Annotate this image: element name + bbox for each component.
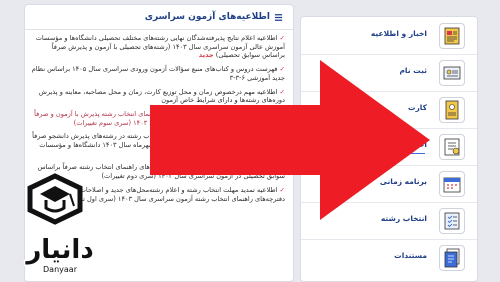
service-item-results[interactable]: اعلام نتایج	[301, 128, 477, 166]
news-icon	[439, 23, 465, 49]
lines-icon	[274, 13, 283, 21]
announcement-link[interactable]: اطلاعیه مهم درخصوص زمان و محل توزیع کارت…	[39, 88, 285, 105]
service-label[interactable]: مستندات	[394, 251, 427, 260]
new-badge: جدید	[198, 51, 214, 60]
page: اطلاعیه‌های آزمون سراسری ✓اطلاعیه اعلام …	[0, 0, 500, 282]
services-panel: اخبار و اطلاعیه ثبت نام کارت اعلام نتایج…	[300, 16, 478, 282]
service-item-documents[interactable]: مستندات	[301, 239, 477, 276]
service-label[interactable]: ثبت نام	[399, 66, 427, 75]
card-icon	[439, 97, 465, 123]
bullet-icon: ✓	[279, 163, 285, 172]
announcement-item[interactable]: ✓اطلاعیه مهم درخصوص زمان و محل توزیع کار…	[31, 88, 285, 105]
service-label[interactable]: اخبار و اطلاعیه	[371, 29, 427, 38]
service-label[interactable]: برنامه زمانی	[380, 177, 427, 186]
announcement-item[interactable]: ✓اطلاعیه اعلام نتایج پذیرفته‌شدگان نهایی…	[31, 34, 285, 60]
bullet-icon: ✓	[279, 87, 285, 96]
service-item-register[interactable]: ثبت نام	[301, 54, 477, 92]
results-icon	[439, 134, 465, 160]
service-item-news[interactable]: اخبار و اطلاعیه	[301, 17, 477, 55]
register-icon	[439, 60, 465, 86]
bullet-icon: ✓	[279, 185, 285, 194]
bullet-icon: ✓	[279, 132, 285, 141]
announcement-item[interactable]: ✓رشته‌محل‌های جدید و اصلاحات دفترچه‌های …	[31, 110, 285, 127]
service-item-schedule[interactable]: برنامه زمانی	[301, 165, 477, 203]
announcement-item[interactable]: ✓فهرست دروس و کتاب‌های منبع سؤالات آزمون…	[31, 65, 285, 82]
announcement-link[interactable]: اطلاعیه تمدید مجدد مهلت زمان ثبت نام و ا…	[32, 132, 285, 157]
calendar-icon	[439, 171, 465, 197]
documents-icon	[439, 245, 465, 271]
service-item-card[interactable]: کارت	[301, 91, 477, 129]
announcement-item[interactable]: ✓اطلاعیه تمدید مجدد مهلت زمان ثبت نام و …	[31, 132, 285, 158]
announcement-link[interactable]: رشته‌محل‌های جدید و اصلاحات دفترچه‌های ر…	[34, 110, 285, 127]
bullet-icon: ✓	[279, 65, 285, 74]
bullet-icon: ✓	[279, 34, 285, 42]
active-indicator	[409, 153, 425, 154]
announcements-title-text: اطلاعیه‌های آزمون سراسری	[144, 12, 270, 22]
svg-text:Danyaar: Danyaar	[43, 265, 78, 274]
bullet-icon: ✓	[279, 109, 285, 118]
svg-text:دانیار: دانیار	[24, 235, 93, 265]
announcements-header: اطلاعیه‌های آزمون سراسری	[25, 5, 293, 30]
announcements-title: اطلاعیه‌های آزمون سراسری	[145, 12, 283, 22]
announcement-link[interactable]: اطلاعیه اعلام نتایج پذیرفته‌شدگان نهایی …	[36, 34, 285, 59]
course-selection-icon	[439, 208, 465, 234]
service-label[interactable]: اعلام نتایج	[389, 140, 427, 149]
service-item-course-selection[interactable]: انتخاب رشته	[301, 202, 477, 240]
announcement-link[interactable]: فهرست دروس و کتاب‌های منبع سؤالات آزمون …	[32, 65, 285, 82]
service-label[interactable]: کارت	[408, 103, 427, 112]
service-label[interactable]: انتخاب رشته	[381, 214, 427, 223]
danyaar-logo: دانیار Danyaar	[23, 173, 95, 274]
